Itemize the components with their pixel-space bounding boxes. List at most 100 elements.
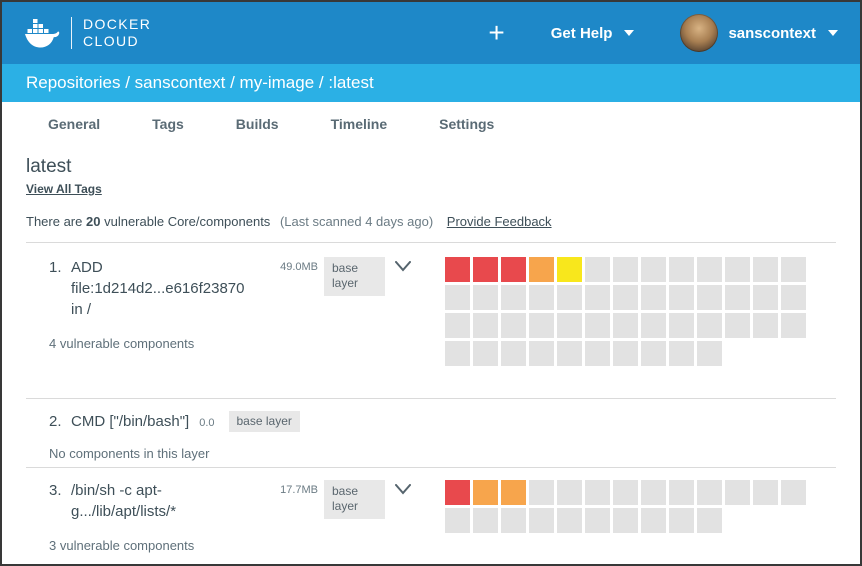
component-cell-clean[interactable]	[669, 508, 694, 533]
component-cell-clean[interactable]	[753, 285, 778, 310]
component-cell-clean[interactable]	[669, 257, 694, 282]
provide-feedback-link[interactable]: Provide Feedback	[447, 214, 552, 229]
component-cell-clean[interactable]	[697, 341, 722, 366]
component-cell-clean[interactable]	[557, 480, 582, 505]
component-cell-clean[interactable]	[753, 313, 778, 338]
component-cell-clean[interactable]	[445, 313, 470, 338]
component-cell-critical[interactable]	[445, 480, 470, 505]
component-cell-clean[interactable]	[445, 508, 470, 533]
component-cell-clean[interactable]	[641, 508, 666, 533]
component-cell-clean[interactable]	[557, 341, 582, 366]
expand-chevron-icon[interactable]	[395, 484, 411, 495]
component-cell-clean[interactable]	[781, 285, 806, 310]
component-cell-clean[interactable]	[445, 285, 470, 310]
tab-settings[interactable]: Settings	[439, 116, 494, 132]
component-cell-minor[interactable]	[557, 257, 582, 282]
component-cell-clean[interactable]	[725, 257, 750, 282]
avatar[interactable]	[680, 14, 718, 52]
component-cell-clean[interactable]	[529, 313, 554, 338]
component-cell-critical[interactable]	[473, 257, 498, 282]
summary-count: 20	[86, 214, 100, 229]
brand-divider	[71, 17, 72, 49]
tab-builds[interactable]: Builds	[236, 116, 279, 132]
brand-wordmark: DOCKER CLOUD	[83, 16, 151, 50]
component-cell-clean[interactable]	[641, 285, 666, 310]
view-all-tags-link[interactable]: View All Tags	[26, 182, 102, 196]
tab-general[interactable]: General	[48, 116, 100, 132]
component-cell-clean[interactable]	[613, 480, 638, 505]
component-cell-critical[interactable]	[501, 257, 526, 282]
tab-tags[interactable]: Tags	[152, 116, 184, 132]
get-help-menu[interactable]: Get Help	[551, 25, 635, 42]
component-cell-clean[interactable]	[529, 480, 554, 505]
component-cell-clean[interactable]	[557, 313, 582, 338]
component-cell-clean[interactable]	[669, 313, 694, 338]
component-cell-clean[interactable]	[725, 480, 750, 505]
component-cell-clean[interactable]	[473, 508, 498, 533]
component-cell-major[interactable]	[501, 480, 526, 505]
component-cell-clean[interactable]	[501, 285, 526, 310]
user-menu[interactable]: sanscontext	[680, 14, 838, 52]
component-cell-clean[interactable]	[585, 341, 610, 366]
component-cell-clean[interactable]	[697, 285, 722, 310]
component-cell-clean[interactable]	[473, 285, 498, 310]
component-cell-clean[interactable]	[641, 257, 666, 282]
component-cell-clean[interactable]	[473, 313, 498, 338]
component-cell-clean[interactable]	[501, 341, 526, 366]
component-cell-clean[interactable]	[585, 480, 610, 505]
component-cell-clean[interactable]	[585, 313, 610, 338]
tab-timeline[interactable]: Timeline	[331, 116, 388, 132]
component-cell-clean[interactable]	[781, 480, 806, 505]
component-cell-major[interactable]	[529, 257, 554, 282]
component-cell-clean[interactable]	[445, 341, 470, 366]
component-cell-clean[interactable]	[529, 285, 554, 310]
component-cell-clean[interactable]	[669, 285, 694, 310]
component-cell-clean[interactable]	[641, 480, 666, 505]
component-cell-clean[interactable]	[697, 313, 722, 338]
topbar-actions: + Get Help sanscontext	[488, 14, 838, 52]
component-cell-clean[interactable]	[585, 285, 610, 310]
component-cell-clean[interactable]	[473, 341, 498, 366]
brand-line1: DOCKER	[83, 16, 151, 33]
component-cell-clean[interactable]	[669, 341, 694, 366]
component-cell-clean[interactable]	[585, 508, 610, 533]
component-cell-clean[interactable]	[725, 285, 750, 310]
component-cell-clean[interactable]	[613, 508, 638, 533]
layer-item-2: 2. CMD ["/bin/bash"] 0.0 base layer No c…	[26, 399, 836, 467]
component-grid-row	[445, 285, 809, 313]
expand-chevron-icon[interactable]	[395, 261, 411, 272]
component-cell-clean[interactable]	[697, 480, 722, 505]
component-cell-clean[interactable]	[725, 313, 750, 338]
component-cell-clean[interactable]	[557, 285, 582, 310]
component-cell-clean[interactable]	[753, 480, 778, 505]
component-cell-clean[interactable]	[529, 508, 554, 533]
create-plus-button[interactable]: +	[488, 19, 504, 47]
component-cell-clean[interactable]	[613, 285, 638, 310]
component-cell-clean[interactable]	[613, 257, 638, 282]
component-cell-clean[interactable]	[641, 313, 666, 338]
docker-cloud-logo[interactable]: DOCKER CLOUD	[24, 16, 151, 50]
component-cell-clean[interactable]	[641, 341, 666, 366]
component-cell-clean[interactable]	[529, 341, 554, 366]
component-cell-major[interactable]	[473, 480, 498, 505]
component-cell-clean[interactable]	[781, 257, 806, 282]
component-cell-clean[interactable]	[781, 313, 806, 338]
layer-command: CMD ["/bin/bash"]	[71, 413, 189, 430]
component-cell-clean[interactable]	[613, 341, 638, 366]
component-cell-clean[interactable]	[501, 508, 526, 533]
last-scanned: (Last scanned 4 days ago)	[280, 214, 433, 229]
component-cell-clean[interactable]	[697, 508, 722, 533]
component-cell-clean[interactable]	[697, 257, 722, 282]
component-grid-row	[445, 313, 809, 341]
component-cell-clean[interactable]	[501, 313, 526, 338]
component-cell-clean[interactable]	[753, 257, 778, 282]
component-cell-clean[interactable]	[585, 257, 610, 282]
component-cell-clean[interactable]	[557, 508, 582, 533]
component-cell-critical[interactable]	[445, 257, 470, 282]
component-grid-row	[445, 508, 809, 536]
main-content: latest View All Tags There are 20 vulner…	[2, 156, 860, 559]
component-grid	[445, 480, 809, 536]
component-cell-clean[interactable]	[613, 313, 638, 338]
component-cell-clean[interactable]	[669, 480, 694, 505]
breadcrumb[interactable]: Repositories / sanscontext / my-image / …	[2, 64, 860, 102]
